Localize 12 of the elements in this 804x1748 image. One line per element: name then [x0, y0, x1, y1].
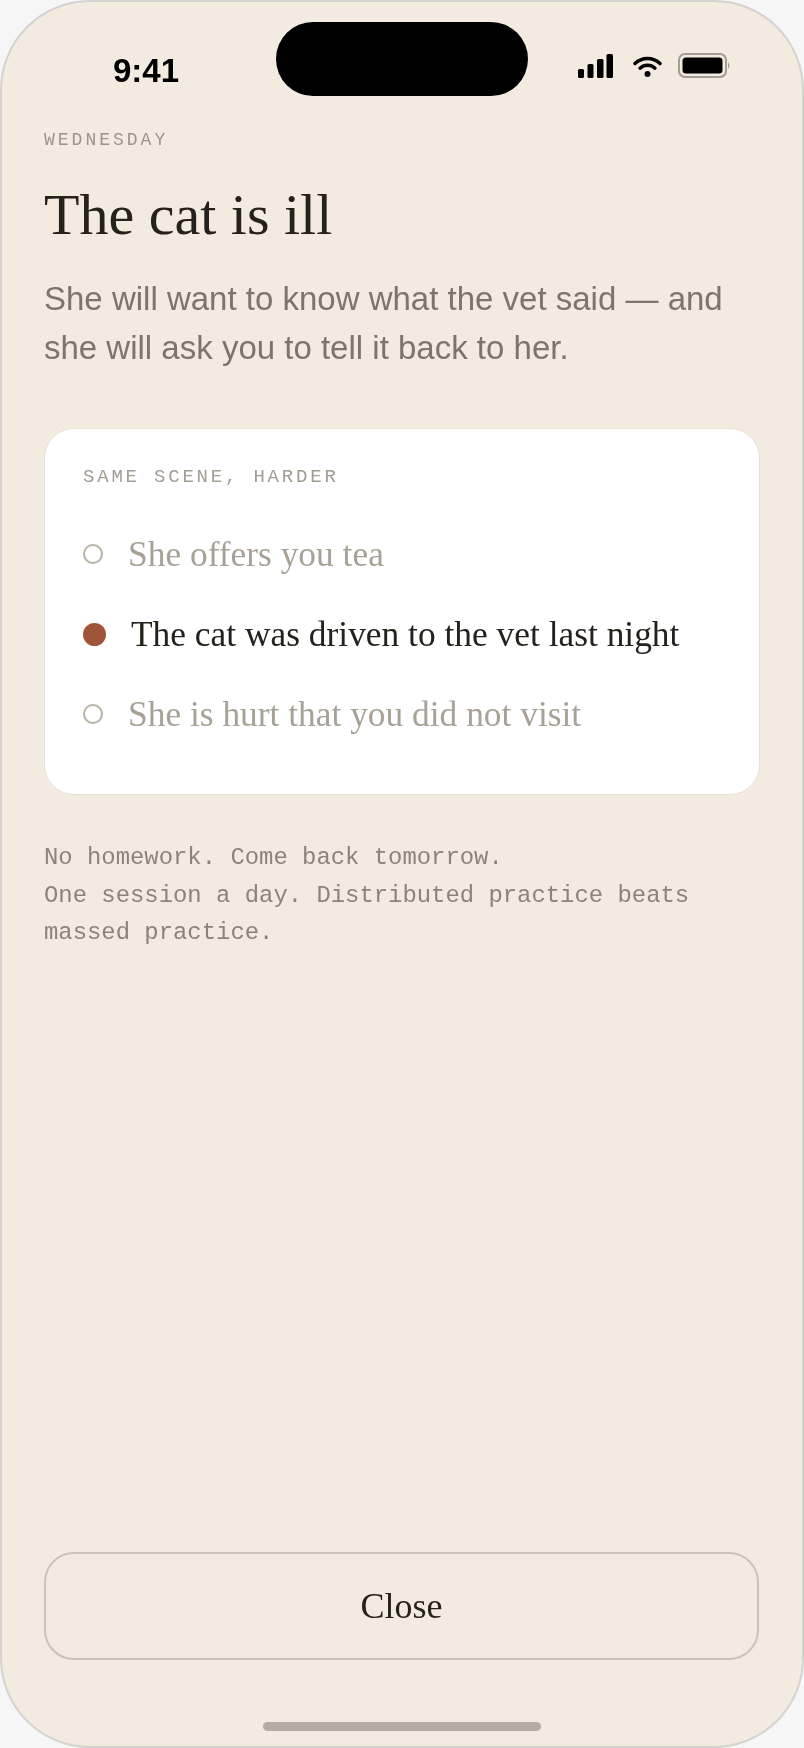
card-label: SAME SCENE, HARDER: [83, 467, 339, 487]
footer-note: No homework. Come back tomorrow.: [44, 843, 504, 873]
footer-note: One session a day. Distributed practice beats massed practice.: [44, 880, 691, 948]
scene-description: She will want to know what the vet said — and she will ask you to tell it back to her.: [44, 279, 724, 368]
day-label: WEDNESDAY: [44, 130, 169, 150]
signal-bars-icon: [578, 54, 613, 78]
close-button[interactable]: Close: [44, 1552, 759, 1660]
status-time: 9:41: [113, 52, 181, 89]
scene-option[interactable]: The cat was driven to the vet last night: [83, 594, 680, 674]
wifi-icon: [633, 55, 662, 77]
battery-icon: [678, 53, 731, 78]
scene-title: The cat is ill: [44, 182, 333, 248]
